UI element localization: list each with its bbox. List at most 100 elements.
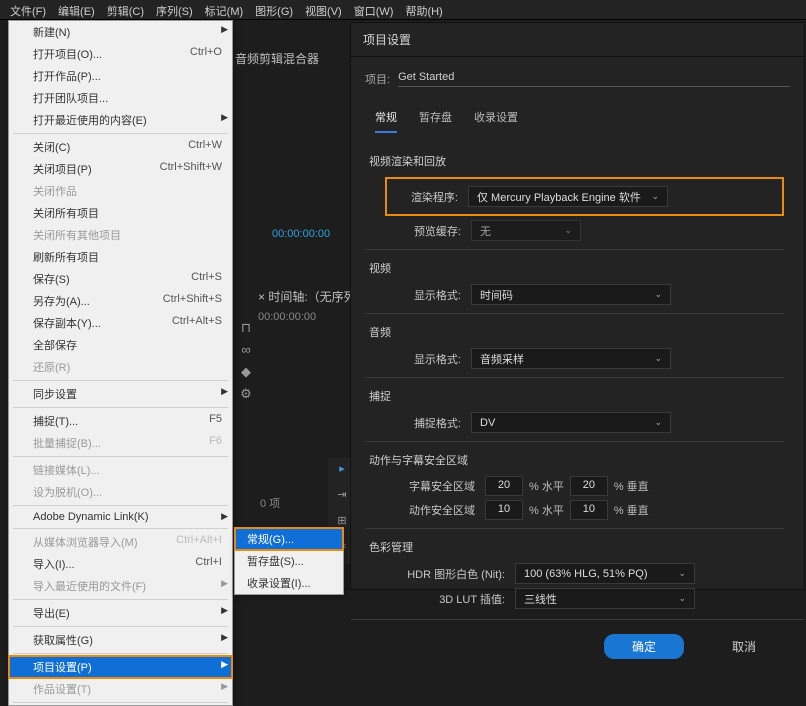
submenu-arrow-icon: ▶ [221,659,228,670]
marker-icon[interactable]: ◆ [238,364,254,380]
file-menu-item[interactable]: 打开团队项目... [9,87,232,109]
file-menu-item[interactable]: 新建(N)▶ [9,21,232,43]
menu-item-label: 设为脱机(O)... [33,484,102,500]
menu-item-label: 批量捕捉(B)... [33,435,101,451]
section-action-title-safe: 动作与字幕安全区域 [369,452,784,468]
renderer-row-highlight: 渲染程序: 仅 Mercury Playback Engine 软件 ⌄ [385,177,784,216]
title-safe-v-input[interactable]: 20 [570,476,608,496]
chevron-down-icon: ⌄ [678,568,686,579]
file-menu-item[interactable]: 获取属性(G)▶ [9,629,232,651]
menu-item-label: 作品设置(T) [33,681,91,697]
lut-interp-value: 三线性 [524,591,557,607]
menu-shortcut: F5 [209,413,222,429]
ok-button[interactable]: 确定 [604,634,684,659]
project-settings-submenu: 常规(G)...暂存盘(S)...收录设置(I)... [234,527,344,595]
file-menu-item[interactable]: 刷新所有项目 [9,246,232,268]
section-color: 色彩管理 [369,539,784,555]
menu-shortcut: Ctrl+O [190,46,222,62]
capture-format-select[interactable]: DV ⌄ [471,412,671,433]
submenu-arrow-icon: ▶ [221,112,228,123]
section-audio: 音频 [369,324,784,340]
renderer-select[interactable]: 仅 Mercury Playback Engine 软件 ⌄ [468,186,668,207]
pct-h-label: % 水平 [529,478,564,494]
file-menu-item: 还原(R) [9,356,232,378]
menu-top-item[interactable]: 剪辑(C) [101,0,150,19]
tab-ingest[interactable]: 收录设置 [474,109,518,133]
menu-top-item[interactable]: 窗口(W) [348,0,400,19]
file-menu-item[interactable]: 关闭项目(P)Ctrl+Shift+W [9,158,232,180]
selection-tool-icon[interactable]: ▸ [332,462,352,482]
preview-cache-select[interactable]: 无 ⌄ [471,220,581,241]
menu-shortcut: Ctrl+Shift+S [163,293,222,309]
file-menu-item: 设为脱机(O)... [9,481,232,503]
section-video-render: 视频渲染和回放 [369,153,784,169]
menu-item-label: 同步设置 [33,386,77,402]
submenu-item[interactable]: 收录设置(I)... [235,572,343,594]
menu-top-item[interactable]: 标记(M) [199,0,250,19]
menu-shortcut: Ctrl+Alt+I [176,534,222,550]
submenu-arrow-icon: ▶ [221,605,228,616]
file-menu-item[interactable]: 关闭所有项目 [9,202,232,224]
chevron-down-icon: ⌄ [564,225,572,236]
menu-top-item[interactable]: 序列(S) [150,0,199,19]
menu-item-label: 关闭作品 [33,183,77,199]
menu-item-label: 关闭所有其他项目 [33,227,121,243]
submenu-item[interactable]: 常规(G)... [235,528,343,550]
cancel-button[interactable]: 取消 [704,634,784,659]
file-menu-item[interactable]: 保存副本(Y)...Ctrl+Alt+S [9,312,232,334]
pct-v-label: % 垂直 [614,478,649,494]
file-menu-item[interactable]: 打开作品(P)... [9,65,232,87]
action-safe-v-input[interactable]: 10 [570,500,608,520]
link-icon[interactable]: ∞ [238,342,254,358]
menu-separator [13,380,228,381]
track-select-icon[interactable]: ⇥ [332,488,352,508]
menu-separator [13,653,228,654]
file-menu-item[interactable]: 打开项目(O)... Ctrl+O [9,43,232,65]
file-menu-item: 关闭所有其他项目 [9,224,232,246]
file-menu-item: 从媒体浏览器导入(M) Ctrl+Alt+I [9,531,232,553]
file-menu-item[interactable]: 关闭(C)Ctrl+W [9,136,232,158]
file-menu-item: 导入最近使用的文件(F)▶ [9,575,232,597]
menu-item-label: 项目设置(P) [33,659,92,675]
project-name-field[interactable]: Get Started [398,71,790,87]
lut-interp-select[interactable]: 三线性 ⌄ [515,588,695,609]
menu-top-item[interactable]: 图形(G) [249,0,299,19]
menu-top-item[interactable]: 编辑(E) [52,0,101,19]
file-menu-item[interactable]: 同步设置▶ [9,383,232,405]
snap-icon[interactable]: ⊓ [238,320,254,336]
video-display-select[interactable]: 时间码 ⌄ [471,284,671,305]
audio-display-select[interactable]: 音频采样 ⌄ [471,348,671,369]
menu-top-item[interactable]: 视图(V) [299,0,348,19]
file-menu-item[interactable]: 另存为(A)... Ctrl+Shift+S [9,290,232,312]
file-menu-item[interactable]: 保存(S)Ctrl+S [9,268,232,290]
tab-scratch-disks[interactable]: 暂存盘 [419,109,452,133]
tab-general[interactable]: 常规 [375,109,397,133]
menu-item-label: 从媒体浏览器导入(M) [33,534,138,550]
section-video: 视频 [369,260,784,276]
file-menu-item[interactable]: Adobe Dynamic Link(K)▶ [9,508,232,526]
file-menu-item[interactable]: 导入(I)...Ctrl+I [9,553,232,575]
timeline-panel: × 时间轴:（无序列） 00:00:00:00 [240,288,368,323]
menu-item-label: 另存为(A)... [33,293,90,309]
menu-top-item[interactable]: 帮助(H) [399,0,448,19]
menu-shortcut: Ctrl+Shift+W [160,161,222,177]
timeline-track-icons: ⊓ ∞ ◆ ⚙ [238,320,254,402]
action-safe-h-input[interactable]: 10 [485,500,523,520]
menu-item-label: 捕捉(T)... [33,413,78,429]
file-menu-item[interactable]: 导出(E)▶ [9,602,232,624]
source-timecode: 00:00:00:00 [272,228,330,240]
preview-cache-label: 预览缓存: [395,223,461,239]
file-menu-item[interactable]: 全部保存 [9,334,232,356]
menu-top-item[interactable]: 文件(F) [4,0,52,19]
menu-item-label: 打开项目(O)... [33,46,102,62]
hdr-white-select[interactable]: 100 (63% HLG, 51% PQ) ⌄ [515,563,695,584]
preview-cache-value: 无 [480,223,491,239]
title-safe-h-input[interactable]: 20 [485,476,523,496]
submenu-arrow-icon: ▶ [221,578,228,589]
file-menu-item[interactable]: 项目设置(P) ▶ [9,656,232,678]
file-menu-item[interactable]: 捕捉(T)... F5 [9,410,232,432]
file-menu-item[interactable]: 打开最近使用的内容(E)▶ [9,109,232,131]
submenu-item[interactable]: 暂存盘(S)... [235,550,343,572]
settings-icon[interactable]: ⚙ [238,386,254,402]
chevron-down-icon: ⌄ [654,417,662,428]
